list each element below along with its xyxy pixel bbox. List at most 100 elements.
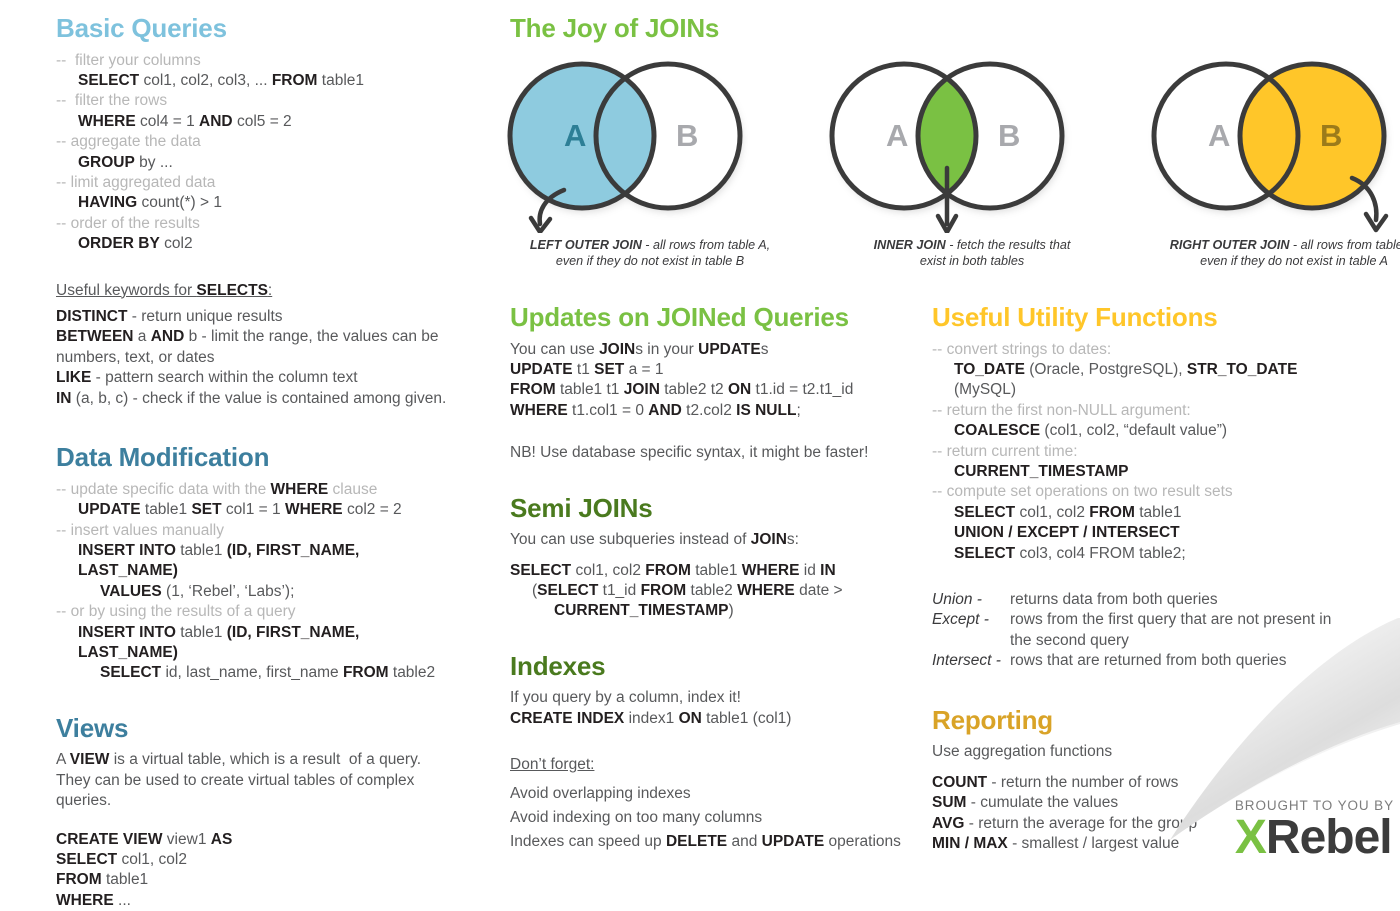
text-fragment: - return unique results bbox=[127, 308, 283, 326]
text-fragment: SELECT bbox=[78, 72, 140, 89]
text-fragment: ORDER BY bbox=[78, 235, 160, 253]
definition-term: Intersect - bbox=[932, 652, 1001, 670]
text-fragment: table2 bbox=[686, 582, 738, 600]
code-line: -- filter your columns bbox=[56, 51, 456, 71]
utility-functions-code: -- convert strings to dates: TO_DATE (Ora… bbox=[932, 340, 1352, 564]
text-fragment: col2 = 2 bbox=[342, 501, 402, 519]
set-operation-definitions: Union - returns data from both queries Exc… bbox=[932, 590, 1352, 672]
code-line: GROUP by ... bbox=[56, 153, 456, 173]
text-fragment: t1.col1 = 0 bbox=[567, 401, 649, 419]
text-fragment: a = 1 bbox=[624, 361, 664, 378]
code-line: CURRENT_TIMESTAMP) bbox=[510, 601, 910, 621]
code-line: -- limit aggregated data bbox=[56, 173, 456, 193]
code-line: FROM table1 t1 JOIN table2 t2 ON t1.id =… bbox=[510, 380, 910, 400]
code-line: Indexes can speed up DELETE and UPDATE o… bbox=[510, 830, 910, 854]
text-fragment: You can use bbox=[510, 340, 600, 358]
text-fragment: col1, col2 bbox=[1015, 503, 1090, 521]
text-fragment: -- order of the results bbox=[56, 214, 200, 232]
venn-right-outer-join: A B RIGHT OUTER JOIN - all rows from tabl e… bbox=[1144, 48, 1400, 269]
text-fragment: filter your columns bbox=[70, 51, 201, 69]
text-fragment: col5 = 2 bbox=[232, 112, 292, 130]
venn-svg: AB bbox=[829, 61, 1065, 233]
text-fragment: s: bbox=[786, 531, 799, 549]
text-fragment: - pattern search within the column text bbox=[91, 369, 358, 387]
text-fragment: index1 bbox=[624, 709, 679, 727]
text-fragment: id bbox=[799, 561, 821, 579]
text-fragment: col2 bbox=[159, 235, 193, 253]
text-fragment: FROM bbox=[56, 871, 102, 889]
text-fragment: -- or by using the results of a query bbox=[56, 603, 296, 621]
venn-diagram-row: A B LEFT OUTER JOIN - all rows from table … bbox=[500, 48, 1400, 288]
text-fragment: SELECT bbox=[100, 664, 162, 682]
text-fragment: WHERE bbox=[56, 891, 114, 909]
text-fragment: VALUES bbox=[100, 582, 162, 600]
venn-caption-label: LEFT OUTER JOIN bbox=[529, 238, 642, 252]
text-fragment: - cumulate the values bbox=[966, 794, 1119, 812]
code-line: IN (a, b, c) - check if the value is con… bbox=[56, 389, 456, 409]
text-fragment: SUM bbox=[932, 794, 967, 812]
venn-svg: AB bbox=[1151, 61, 1389, 233]
venn-inner-join: A B INNER JOIN - fetch the results that exi… bbox=[822, 48, 1122, 269]
text-fragment: UPDATE bbox=[510, 361, 573, 378]
venn-left-outer-join: A B LEFT OUTER JOIN - all rows from table … bbox=[500, 48, 800, 269]
venn-caption: RIGHT OUTER JOIN - all rows from table B… bbox=[1169, 238, 1400, 268]
text-fragment: -- return the first non-NULL argument: bbox=[932, 401, 1191, 419]
venn-label-a: A bbox=[564, 118, 586, 153]
text-fragment: SET bbox=[191, 501, 222, 519]
venn-caption-label: RIGHT OUTER JOIN bbox=[1169, 238, 1290, 252]
text-fragment: If you query by a column, index it! bbox=[510, 689, 741, 707]
text-fragment: JOIN bbox=[750, 531, 787, 549]
updates-joined-code: You can use JOINs in your UPDATEs UPDATE … bbox=[510, 340, 910, 422]
text-fragment: SELECT bbox=[954, 544, 1016, 562]
reporting-intro: Use aggregation functions bbox=[932, 743, 1113, 761]
text-fragment: AND bbox=[150, 328, 185, 346]
text-fragment: VIEW bbox=[69, 751, 110, 769]
code-line: -- order of the results bbox=[56, 214, 456, 234]
text-fragment: - smallest / largest value bbox=[1007, 834, 1180, 852]
text-fragment: s in your bbox=[635, 340, 699, 358]
definition-row: Except - rows from the first query that a… bbox=[932, 610, 1352, 651]
code-line: CREATE INDEX index1 ON table1 (col1) bbox=[510, 709, 910, 729]
section-title-utility-functions: Useful Utility Functions bbox=[932, 302, 1218, 332]
code-line: If you query by a column, index it! bbox=[510, 688, 910, 708]
code-line: UNION / EXCEPT / INTERSECT bbox=[932, 523, 1352, 543]
text-fragment: FROM bbox=[645, 561, 691, 579]
dont-forget-heading: Don’t forget: bbox=[510, 756, 595, 774]
code-line: -- return the first non-NULL argument: bbox=[932, 401, 1352, 421]
text-fragment: ; bbox=[796, 401, 801, 419]
text-fragment: col3, col4 FROM table2; bbox=[1015, 544, 1186, 562]
text-fragment: They can be used to create virtual table… bbox=[56, 771, 419, 810]
text-fragment: WHERE bbox=[737, 582, 795, 600]
text-fragment: HAVING bbox=[78, 194, 138, 212]
text-fragment: FROM bbox=[342, 664, 389, 682]
views-intro: A VIEW is a virtual table, which is a re… bbox=[56, 750, 456, 811]
code-line: SELECT col1, col2 FROM table1 WHERE id I… bbox=[510, 561, 910, 581]
code-line: ORDER BY col2 bbox=[56, 234, 456, 254]
text-fragment: AS bbox=[210, 830, 233, 848]
text-fragment: CREATE VIEW bbox=[56, 830, 163, 848]
code-line: LIKE - pattern search within the column … bbox=[56, 368, 456, 388]
definition-description: rows that are returned from both queries bbox=[1010, 652, 1287, 670]
code-line: -- or by using the results of a query bbox=[56, 602, 456, 622]
text-fragment: SELECT bbox=[537, 582, 599, 600]
code-line: COUNT - return the number of rows bbox=[932, 773, 1352, 793]
text-fragment: table1 bbox=[175, 623, 227, 641]
text-fragment: UNION / EXCEPT / INTERSECT bbox=[954, 524, 1180, 542]
xrebel-wordmark: XRebel bbox=[1235, 814, 1394, 862]
semi-joins-code: SELECT col1, col2 FROM table1 WHERE id I… bbox=[510, 561, 910, 622]
section-title-views: Views bbox=[56, 712, 129, 743]
text-fragment: GROUP bbox=[78, 153, 135, 171]
text-fragment: Avoid overlapping indexes bbox=[510, 784, 691, 802]
text-fragment: table1 bbox=[1134, 503, 1182, 521]
section-title-indexes: Indexes bbox=[510, 650, 606, 681]
text-fragment: ON bbox=[727, 381, 752, 399]
section-title-semi-joins: Semi JOINs bbox=[510, 492, 653, 523]
venn-svg: AB bbox=[507, 61, 743, 233]
text-fragment: table1 bbox=[317, 72, 365, 89]
text-fragment: and bbox=[727, 832, 762, 850]
text-fragment: -- aggregate the data bbox=[56, 133, 201, 151]
text-fragment: You can use subqueries instead of bbox=[510, 531, 751, 549]
code-line: DISTINCT - return unique results bbox=[56, 307, 456, 327]
code-line: COALESCE (col1, col2, “default value”) bbox=[932, 421, 1352, 441]
text-fragment: UPDATE bbox=[698, 340, 761, 358]
